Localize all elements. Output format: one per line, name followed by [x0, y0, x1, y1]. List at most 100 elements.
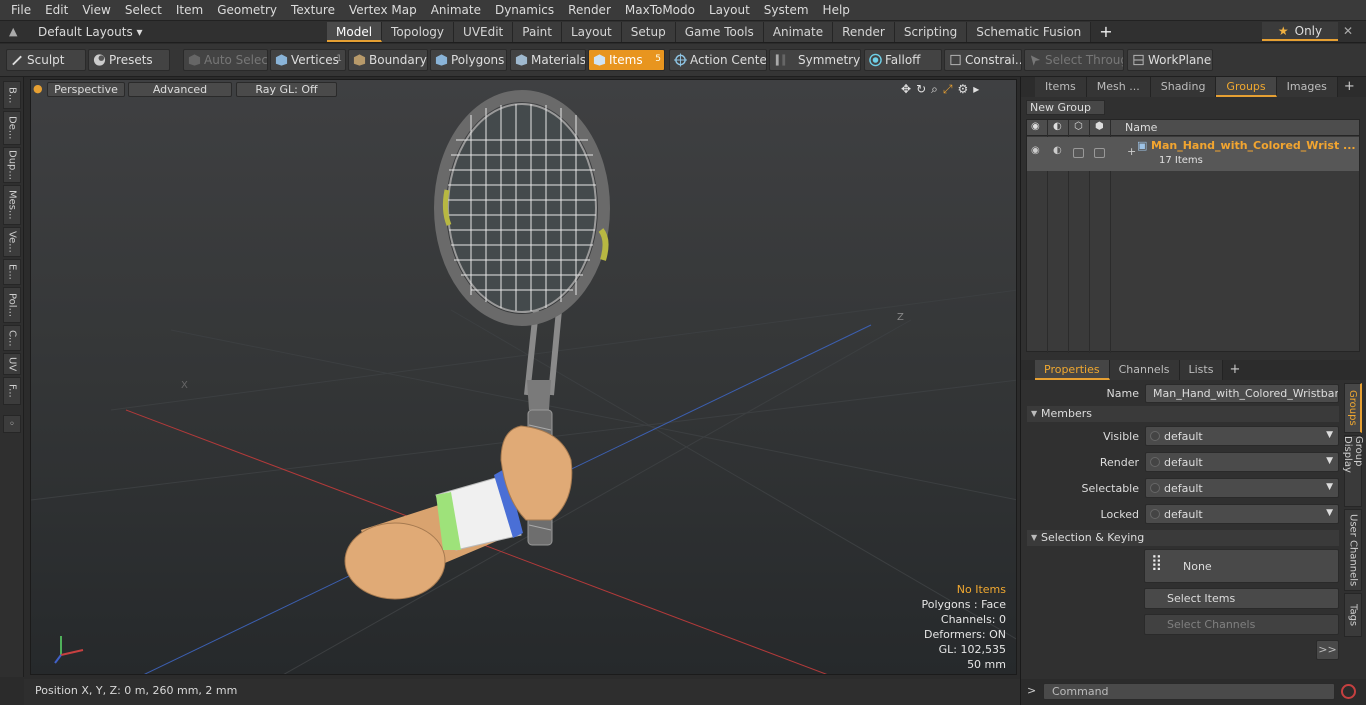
auto-select-button[interactable]: Auto Select [183, 49, 268, 71]
menu-texture[interactable]: Texture [284, 0, 342, 21]
menu-vertex-map[interactable]: Vertex Map [342, 0, 424, 21]
viewport-menu-icon[interactable]: ● [33, 82, 43, 97]
tab-scripting[interactable]: Scripting [894, 22, 968, 42]
viewport-settings-icon[interactable]: ⚙ [957, 82, 968, 97]
side-tab-group-display[interactable]: Group Display [1342, 435, 1364, 507]
tab-paint[interactable]: Paint [513, 22, 562, 42]
perspective-button[interactable]: Perspective [47, 82, 125, 97]
render-icon[interactable]: ◐ [1053, 121, 1062, 132]
visibility-eye-icon[interactable]: ◉ [1031, 121, 1040, 132]
tab-shading[interactable]: Shading [1150, 77, 1217, 97]
tab-render[interactable]: Render [833, 22, 895, 42]
rotate-view-icon[interactable]: ↻ [916, 82, 926, 97]
more-button[interactable]: >> [1316, 640, 1339, 660]
constraints-button[interactable]: Constrai... [944, 49, 1022, 71]
move-view-icon[interactable]: ✥ [901, 82, 911, 97]
left-tab-edge[interactable]: E... [3, 259, 21, 285]
tab-game-tools[interactable]: Game Tools [675, 22, 764, 42]
menu-maxtomodo[interactable]: MaxToModo [618, 0, 702, 21]
side-tab-user-channels[interactable]: User Channels [1344, 509, 1362, 591]
selectable-dropdown[interactable]: default ▼ [1145, 478, 1339, 498]
tab-animate[interactable]: Animate [763, 22, 834, 42]
menu-select[interactable]: Select [118, 0, 169, 21]
tab-setup[interactable]: Setup [621, 22, 676, 42]
menu-edit[interactable]: Edit [38, 0, 75, 21]
row-lock-checkbox[interactable] [1094, 148, 1105, 158]
left-tab-vertex[interactable]: Ve... [3, 227, 21, 257]
tab-mesh[interactable]: Mesh ... [1086, 77, 1151, 97]
menu-view[interactable]: View [75, 0, 117, 21]
side-tab-groups[interactable]: Groups [1344, 383, 1362, 433]
side-tab-tags[interactable]: Tags [1344, 593, 1362, 637]
falloff-button[interactable]: Falloff [864, 49, 942, 71]
tab-model[interactable]: Model [327, 22, 383, 42]
left-tab-duplicate[interactable]: Dup... [3, 147, 21, 183]
polygons-button[interactable]: Polygons [430, 49, 507, 71]
materials-button[interactable]: Materials [510, 49, 586, 71]
only-button[interactable]: ★ Only [1262, 22, 1338, 41]
vertices-button[interactable]: Vertices 1 [270, 49, 346, 71]
menu-file[interactable]: File [4, 0, 38, 21]
menu-help[interactable]: Help [816, 0, 857, 21]
tab-topology[interactable]: Topology [382, 22, 455, 42]
none-button[interactable]: ⣿ None [1144, 549, 1339, 583]
collapse-icon[interactable]: ▲ [9, 25, 17, 38]
expand-icon[interactable]: + [1127, 145, 1136, 158]
select-through-button[interactable]: Select Through [1024, 49, 1124, 71]
group-row[interactable]: ◉ ◐ + ▣ Man_Hand_with_Colored_Wrist ... … [1027, 137, 1359, 171]
new-group-button[interactable]: New Group [1026, 100, 1105, 115]
locked-dropdown[interactable]: default ▼ [1145, 504, 1339, 524]
select-items-button[interactable]: Select Items [1144, 588, 1339, 609]
row-visibility-icon[interactable]: ◉ [1031, 145, 1040, 156]
lock-icon[interactable]: ⬢ [1095, 121, 1104, 132]
sculpt-button[interactable]: Sculpt [6, 49, 86, 71]
maximize-view-icon[interactable]: ⤢ [943, 82, 953, 97]
tab-layout[interactable]: Layout [561, 22, 622, 42]
advanced-button[interactable]: Advanced [128, 82, 232, 97]
menu-system[interactable]: System [757, 0, 816, 21]
menu-item[interactable]: Item [169, 0, 210, 21]
zoom-view-icon[interactable]: ⌕ [931, 82, 938, 97]
action-center-button[interactable]: Action Center [669, 49, 767, 71]
tab-items[interactable]: Items [1035, 77, 1087, 97]
3d-viewport[interactable]: Z X ● Perspective Advanced Ray GL: Off ✥… [30, 79, 1017, 675]
workplane-button[interactable]: WorkPlane [1127, 49, 1213, 71]
row-select-checkbox[interactable] [1073, 148, 1084, 158]
items-button[interactable]: Items 5 [588, 49, 665, 71]
tab-lists[interactable]: Lists [1179, 360, 1224, 380]
select-icon[interactable]: ⬡ [1074, 121, 1083, 132]
tab-properties[interactable]: Properties [1035, 360, 1110, 380]
menu-animate[interactable]: Animate [424, 0, 488, 21]
left-tab-fusion[interactable]: F... [3, 377, 21, 405]
command-input[interactable]: Command [1043, 683, 1335, 700]
tab-groups[interactable]: Groups [1216, 77, 1277, 97]
selection-keying-section[interactable]: ▼ Selection & Keying [1027, 530, 1339, 546]
tab-uvedit[interactable]: UVEdit [454, 22, 514, 42]
tab-schematic-fusion[interactable]: Schematic Fusion [967, 22, 1092, 42]
left-tab-uv[interactable]: UV [3, 353, 21, 375]
group-name-field[interactable]: Man_Hand_with_Colored_Wristband_ [1145, 384, 1339, 403]
tab-images[interactable]: Images [1276, 77, 1338, 97]
layout-selector[interactable]: Default Layouts ▾ [38, 25, 143, 39]
tab-channels[interactable]: Channels [1109, 360, 1180, 380]
select-channels-button[interactable]: Select Channels [1144, 614, 1339, 635]
left-tab-basic[interactable]: B... [3, 81, 21, 109]
add-tab-icon[interactable]: + [1091, 22, 1120, 42]
left-tab-deform[interactable]: De... [3, 111, 21, 145]
record-icon[interactable] [1341, 684, 1356, 699]
symmetry-button[interactable]: Symmetry [769, 49, 861, 71]
members-section[interactable]: ▼ Members [1027, 406, 1339, 422]
left-tab-curve[interactable]: C... [3, 325, 21, 351]
menu-layout[interactable]: Layout [702, 0, 757, 21]
menu-dynamics[interactable]: Dynamics [488, 0, 561, 21]
row-render-icon[interactable]: ◐ [1053, 145, 1062, 156]
visible-dropdown[interactable]: default ▼ [1145, 426, 1339, 446]
left-tab-polygon[interactable]: Pol... [3, 287, 21, 323]
render-dropdown[interactable]: default ▼ [1145, 452, 1339, 472]
presets-button[interactable]: Presets [88, 49, 170, 71]
add-properties-tab-icon[interactable]: + [1223, 360, 1246, 380]
menu-render[interactable]: Render [561, 0, 618, 21]
viewport-expand-icon[interactable]: ▸ [973, 82, 979, 97]
boundary-button[interactable]: Boundary [348, 49, 428, 71]
raygl-button[interactable]: Ray GL: Off [236, 82, 337, 97]
